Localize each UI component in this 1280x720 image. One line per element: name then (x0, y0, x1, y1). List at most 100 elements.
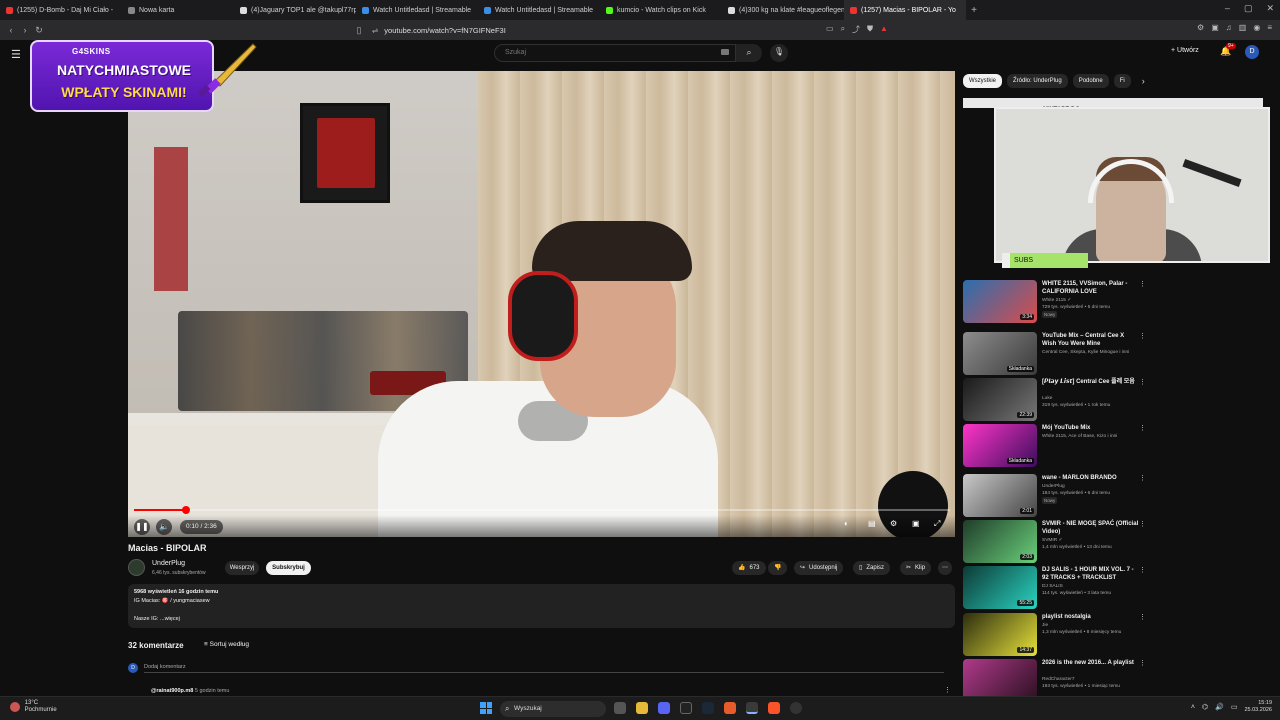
video-thumbnail[interactable] (963, 659, 1037, 696)
video-thumbnail[interactable]: 2:01 (963, 474, 1037, 517)
autoplay-toggle[interactable]: ◐ (844, 519, 849, 528)
save-button[interactable]: ▯ Zapisz (853, 561, 890, 575)
browser-tab[interactable]: (4)Jaguary TOP1 ale @takupl77rp pi (234, 0, 356, 20)
search-button[interactable]: ⌕ (736, 44, 762, 62)
browser-tab[interactable]: Nowa karta (122, 0, 234, 20)
music-icon[interactable]: ♫ (1226, 23, 1232, 32)
keyboard-icon[interactable] (721, 49, 729, 55)
menu-hamburger-icon[interactable]: ☰ (11, 48, 21, 61)
zoom-icon[interactable]: ⌕ (841, 24, 845, 35)
browser-tab[interactable]: (4)300 kg na klate #leagueoflegends (722, 0, 844, 20)
more-vertical-icon[interactable]: ⋮ (1139, 520, 1146, 528)
comment-more-icon[interactable]: ⋮ (944, 686, 951, 694)
filter-chip[interactable]: Fi (1113, 74, 1131, 88)
recommended-video[interactable]: 2:03 SVMIR - NIE MOGĘ SPAĆ (Official Vide… (963, 520, 1273, 564)
app-icon[interactable] (724, 702, 736, 714)
video-thumbnail[interactable]: Składanka (963, 332, 1037, 375)
clock[interactable]: 15:19 25.03.2026 (1244, 700, 1272, 714)
recommended-video[interactable]: 22:39 [𝙋𝙡𝙖𝙮 𝙇𝙞𝙨𝙩] Central Cee 플레 모음 Luke 31… (963, 378, 1273, 422)
recommended-title[interactable]: SVMIR - NIE MOGĘ SPAĆ (Official Video) (1042, 520, 1140, 536)
new-tab-button[interactable]: + (966, 5, 982, 16)
taskbar-search[interactable]: Wyszukaj (500, 701, 606, 717)
rewards-icon[interactable]: ▲ (880, 24, 888, 35)
recommended-video[interactable]: Składanka Mój YouTube Mix White 2115, Ace … (963, 424, 1273, 468)
volume-tray-icon[interactable]: 🔊 (1215, 703, 1224, 711)
extension-icon[interactable]: ⚙ (1197, 23, 1204, 32)
sort-comments-button[interactable]: ≡ Sortuj według (204, 641, 249, 648)
like-button[interactable]: 👍 673 (732, 561, 766, 575)
terminal-icon[interactable] (680, 702, 692, 714)
chips-next-icon[interactable]: › (1136, 74, 1151, 88)
more-vertical-icon[interactable]: ⋮ (1139, 332, 1146, 340)
video-player[interactable]: ❚❚ 🔈 0:10 / 2:36 ◐ ▤ ⚙ ▣ ⤢ (128, 71, 955, 537)
description-more[interactable]: Nasze IG: ...więcej (134, 615, 949, 624)
more-vertical-icon[interactable]: ⋮ (1139, 474, 1146, 482)
brave-browser-icon[interactable] (768, 702, 780, 714)
shield-icon[interactable]: ⛊ (867, 24, 873, 35)
share-button[interactable]: ↪ Udostępnij (794, 561, 844, 575)
tray-chevron-icon[interactable]: ˄ (1191, 704, 1195, 711)
fullscreen-icon[interactable]: ⤢ (934, 519, 940, 529)
more-vertical-icon[interactable]: ⋮ (1139, 659, 1146, 667)
minimize-button[interactable]: – (1225, 3, 1230, 14)
volume-icon[interactable]: 🔈 (156, 519, 172, 535)
video-progress-bar[interactable] (134, 506, 950, 514)
cast-icon[interactable]: ▭ (826, 24, 834, 35)
more-vertical-icon[interactable]: ⋮ (1139, 424, 1146, 432)
more-vertical-icon[interactable]: ⋮ (1139, 280, 1146, 288)
video-thumbnail[interactable]: 22:39 (963, 378, 1037, 421)
bookmark-icon[interactable]: ▯ (352, 25, 366, 36)
miniplayer-icon[interactable]: ▣ (912, 519, 920, 528)
extension-icon[interactable]: ▣ (1211, 23, 1219, 32)
dislike-button[interactable]: 👎 (768, 561, 788, 575)
recommended-title[interactable]: 2026 is the new 2016... A playlist (1042, 659, 1140, 667)
browser-tab[interactable]: Watch Untitledasd | Streamable (356, 0, 478, 20)
share-icon[interactable]: ⤴ (852, 24, 860, 35)
search-input[interactable]: Szukaj (494, 44, 736, 62)
recommended-video[interactable]: 3:34 WHITE 2115, VVSimon, Palar - CALIFOR… (963, 280, 1273, 324)
recommended-video[interactable]: 55:25 DJ SALIS - 1 HOUR MIX VOL. 7 - 92 T… (963, 566, 1273, 610)
maximize-button[interactable]: ▢ (1244, 3, 1253, 14)
join-button[interactable]: Wesprzyj (225, 561, 259, 575)
windows-start-icon[interactable] (480, 702, 492, 714)
recommended-video[interactable]: 14:37 playlist nostalgia Jie 1,3 mln wyświe… (963, 613, 1273, 657)
menu-icon[interactable]: ≡ (1267, 23, 1272, 32)
more-vertical-icon[interactable]: ⋮ (1139, 378, 1146, 386)
settings-gear-icon[interactable]: ⚙ (890, 519, 897, 528)
video-thumbnail[interactable]: 55:25 (963, 566, 1037, 609)
video-thumbnail[interactable]: 3:34 (963, 280, 1037, 323)
comment-author[interactable]: @rainat900p.m8 (151, 688, 193, 694)
subtitles-icon[interactable]: ▤ (868, 519, 876, 528)
battery-icon[interactable]: ▭ (1231, 703, 1238, 711)
recommended-video[interactable]: Składanka YouTube Mix – Central Cee X Wis… (963, 332, 1273, 376)
more-actions-button[interactable]: ⋯ (938, 561, 952, 575)
description-box[interactable]: 5968 wyświetleń 16 godzin temu IG Macias… (128, 584, 955, 628)
video-thumbnail[interactable]: 14:37 (963, 613, 1037, 656)
more-vertical-icon[interactable]: ⋮ (1139, 566, 1146, 574)
sidebar-icon[interactable]: ▥ (1239, 23, 1247, 32)
recommended-title[interactable]: playlist nostalgia (1042, 613, 1140, 621)
channel-avatar[interactable] (128, 559, 145, 576)
task-view-icon[interactable] (614, 702, 626, 714)
filter-chip[interactable]: Źródło: UnderPlug (1007, 74, 1068, 88)
account-avatar[interactable]: D (1245, 45, 1259, 59)
recommended-title[interactable]: Mój YouTube Mix (1042, 424, 1140, 432)
voice-search-button[interactable]: 🎙 (770, 44, 788, 62)
network-icon[interactable]: ⌬ (1202, 703, 1208, 711)
pause-icon[interactable]: ❚❚ (134, 519, 150, 535)
discord-icon[interactable] (658, 702, 670, 714)
add-comment-input[interactable]: Dodaj komentarz (144, 664, 944, 673)
recommended-title[interactable]: DJ SALIS - 1 HOUR MIX VOL. 7 - 92 TRACKS… (1042, 566, 1140, 582)
browser-tab[interactable]: (1255) D-Bomb - Daj Mi Ciało - (0, 0, 122, 20)
browser-tab[interactable]: Watch Untitledasd | Streamable (478, 0, 600, 20)
steam-icon[interactable] (702, 702, 714, 714)
back-button[interactable]: ‹ (4, 25, 18, 35)
clip-button[interactable]: ✂ Klip (900, 561, 932, 575)
forward-button[interactable]: › (18, 25, 32, 35)
browser-tab[interactable]: kumcio - Watch clips on Kick (600, 0, 722, 20)
site-info-icon[interactable]: ⇌ (372, 26, 378, 35)
recommended-title[interactable]: [𝙋𝙡𝙖𝙮 𝙇𝙞𝙨𝙩] Central Cee 플레 모음 (1042, 378, 1140, 386)
recommended-title[interactable]: YouTube Mix – Central Cee X Wish You Wer… (1042, 332, 1140, 348)
notifications-bell-icon[interactable]: 🔔 9+ (1220, 43, 1236, 57)
browser-tab[interactable]: (1257) Macias - BIPOLAR - Yo (844, 0, 966, 20)
